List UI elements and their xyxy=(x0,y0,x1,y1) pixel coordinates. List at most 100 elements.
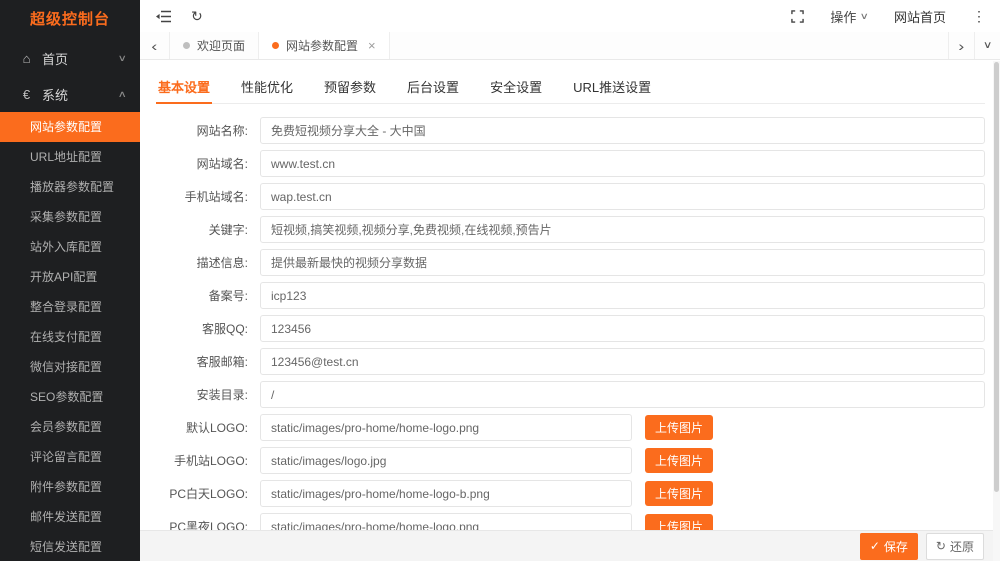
form-tab[interactable]: 后台设置 xyxy=(405,74,461,103)
field-label: 手机站LOGO: xyxy=(156,452,260,469)
close-icon[interactable]: × xyxy=(368,38,376,53)
scrollbar-thumb[interactable] xyxy=(994,62,999,492)
form-row: 网站名称: xyxy=(156,117,985,144)
tab-status-dot xyxy=(272,42,279,49)
field-label: 描述信息: xyxy=(156,254,260,271)
sidebar-item[interactable]: 会员参数配置 xyxy=(0,412,140,442)
topbar: ↻ 操作 ∨ 网站首页 ⋮ xyxy=(140,0,1000,32)
settings-panel: 基本设置 性能优化 预留参数 后台设置 安全设置 URL推送设置 网站名称: 网… xyxy=(140,60,1000,561)
sidebar-item[interactable]: 附件参数配置 xyxy=(0,472,140,502)
upload-image-button[interactable]: 上传图片 xyxy=(645,481,713,506)
sidebar-item[interactable]: URL地址配置 xyxy=(0,142,140,172)
tab-label: 网站参数配置 xyxy=(286,37,358,54)
sidebar-item[interactable]: 站外入库配置 xyxy=(0,232,140,262)
fold-menu-icon xyxy=(156,10,171,23)
action-dropdown-label: 操作 xyxy=(830,7,856,26)
field-label: 客服QQ: xyxy=(156,320,260,337)
check-icon: ✓ xyxy=(870,539,880,553)
upload-image-button[interactable]: 上传图片 xyxy=(645,415,713,440)
field-input[interactable] xyxy=(260,249,985,276)
tab-scroll-right-button[interactable]: › xyxy=(948,32,974,59)
sidebar: 超级控制台 ⌂ 首页 ∨ € 系统 ∧ 网站参数配置 URL地址配置 播放器参数… xyxy=(0,0,140,561)
field-input[interactable] xyxy=(260,282,985,309)
form-row: 描述信息: xyxy=(156,249,985,276)
chevron-down-icon: ∨ xyxy=(983,40,993,51)
form-row: 客服邮箱: xyxy=(156,348,985,375)
form-tab[interactable]: URL推送设置 xyxy=(571,74,653,103)
refresh-button[interactable]: ↻ xyxy=(191,8,203,25)
restore-icon: ↻ xyxy=(936,539,946,553)
sidebar-item[interactable]: 整合登录配置 xyxy=(0,292,140,322)
tab-strip: ‹ 欢迎页面 网站参数配置 × › ∨ xyxy=(140,32,1000,60)
settings-form: 网站名称: 网站域名: 手机站域名: 关键字: 描述信息: xyxy=(156,117,985,540)
tab-strip-spacer xyxy=(390,32,948,59)
sidebar-item[interactable]: 采集参数配置 xyxy=(0,202,140,232)
fullscreen-button[interactable] xyxy=(791,10,804,23)
form-tab[interactable]: 基本设置 xyxy=(156,74,212,104)
sidebar-item[interactable]: 短信发送配置 xyxy=(0,532,140,561)
field-input[interactable] xyxy=(260,348,985,375)
chevron-left-icon: ‹ xyxy=(151,38,157,54)
chevron-down-icon: ∨ xyxy=(860,11,869,22)
more-menu-button[interactable]: ⋮ xyxy=(972,8,986,25)
sidebar-item[interactable]: 在线支付配置 xyxy=(0,322,140,352)
tab-scroll-left-button[interactable]: ‹ xyxy=(140,32,170,59)
field-label: 网站域名: xyxy=(156,155,260,172)
chevron-down-icon: ∨ xyxy=(118,53,127,64)
action-footer: ✓ 保存 ↻ 还原 xyxy=(140,530,1000,561)
form-tab[interactable]: 安全设置 xyxy=(488,74,544,103)
kebab-menu-icon: ⋮ xyxy=(972,8,986,25)
sidebar-item[interactable]: 评论留言配置 xyxy=(0,442,140,472)
system-icon: € xyxy=(18,87,35,102)
topbar-right: 操作 ∨ 网站首页 ⋮ xyxy=(791,7,986,26)
scrollbar[interactable] xyxy=(993,61,1000,561)
chevron-right-icon: › xyxy=(958,38,964,54)
save-button[interactable]: ✓ 保存 xyxy=(860,533,918,560)
sidebar-item[interactable]: 网站参数配置 xyxy=(0,112,140,142)
tab-site-params[interactable]: 网站参数配置 × xyxy=(259,32,390,59)
tab-welcome-page[interactable]: 欢迎页面 xyxy=(170,32,259,59)
tab-status-dot xyxy=(183,42,190,49)
field-input[interactable] xyxy=(260,117,985,144)
restore-button-label: 还原 xyxy=(950,538,974,555)
field-input[interactable] xyxy=(260,150,985,177)
sidebar-item[interactable]: 播放器参数配置 xyxy=(0,172,140,202)
field-input[interactable] xyxy=(260,381,985,408)
field-label: 备案号: xyxy=(156,287,260,304)
sidebar-submenu: 网站参数配置 URL地址配置 播放器参数配置 采集参数配置 站外入库配置 开放A… xyxy=(0,112,140,561)
sidebar-item[interactable]: 开放API配置 xyxy=(0,262,140,292)
sidebar-item[interactable]: SEO参数配置 xyxy=(0,382,140,412)
form-tab[interactable]: 性能优化 xyxy=(239,74,295,103)
restore-button[interactable]: ↻ 还原 xyxy=(926,533,984,560)
form-row: 备案号: xyxy=(156,282,985,309)
sidebar-item[interactable]: 邮件发送配置 xyxy=(0,502,140,532)
refresh-icon: ↻ xyxy=(191,8,203,25)
form-row: 安装目录: xyxy=(156,381,985,408)
site-home-link[interactable]: 网站首页 xyxy=(894,7,946,26)
collapse-sidebar-button[interactable] xyxy=(156,10,171,23)
form-tab[interactable]: 预留参数 xyxy=(322,74,378,103)
field-label: 关键字: xyxy=(156,221,260,238)
form-row: PC白天LOGO: 上传图片 xyxy=(156,480,985,507)
field-input[interactable] xyxy=(260,183,985,210)
field-input[interactable] xyxy=(260,315,985,342)
sidebar-group-home[interactable]: ⌂ 首页 ∨ xyxy=(0,40,140,76)
sidebar-group-system[interactable]: € 系统 ∧ xyxy=(0,76,140,112)
action-dropdown[interactable]: 操作 ∨ xyxy=(830,7,868,26)
field-label: 安装目录: xyxy=(156,386,260,403)
upload-image-button[interactable]: 上传图片 xyxy=(645,448,713,473)
field-input[interactable] xyxy=(260,414,632,441)
field-input[interactable] xyxy=(260,447,632,474)
field-input[interactable] xyxy=(260,216,985,243)
form-tab-bar: 基本设置 性能优化 预留参数 后台设置 安全设置 URL推送设置 xyxy=(156,74,985,104)
sidebar-group-label: 系统 xyxy=(42,85,119,104)
save-button-label: 保存 xyxy=(884,538,908,555)
tab-list-dropdown-button[interactable]: ∨ xyxy=(974,32,1000,59)
field-input[interactable] xyxy=(260,480,632,507)
form-row: 关键字: xyxy=(156,216,985,243)
sidebar-item[interactable]: 微信对接配置 xyxy=(0,352,140,382)
field-label: 手机站域名: xyxy=(156,188,260,205)
tab-label: 欢迎页面 xyxy=(197,37,245,54)
app-window: 超级控制台 ⌂ 首页 ∨ € 系统 ∧ 网站参数配置 URL地址配置 播放器参数… xyxy=(0,0,1000,561)
field-label: 客服邮箱: xyxy=(156,353,260,370)
